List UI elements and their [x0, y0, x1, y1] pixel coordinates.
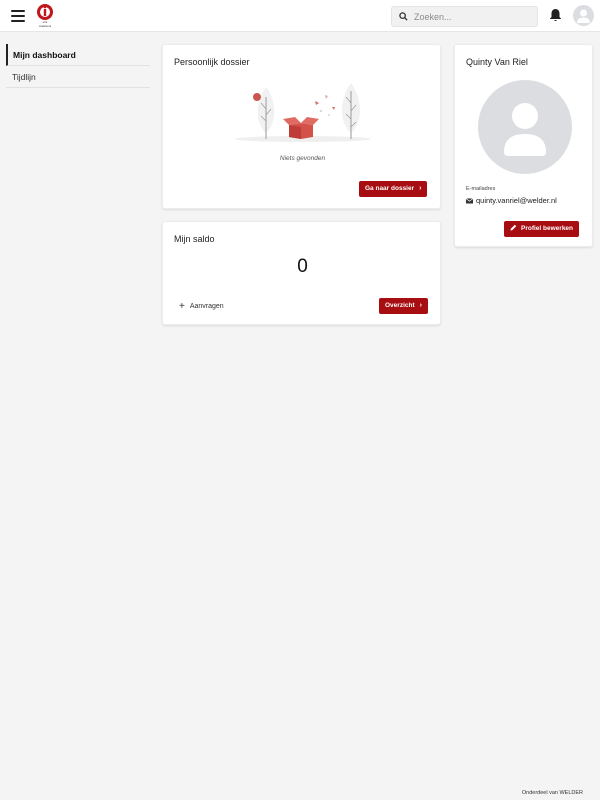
logo-text: sint maartens — [38, 20, 52, 28]
empty-box-illustration-icon — [235, 83, 371, 142]
search-icon — [399, 12, 408, 21]
user-icon — [504, 103, 546, 156]
sidebar: Mijn dashboard Tijdlijn — [6, 44, 150, 88]
profile-card: Quinty Van Riel E-mailadres quinty.vanri… — [454, 44, 593, 247]
overview-button[interactable]: Overzicht › — [379, 298, 428, 314]
email-value: quinty.vanriel@welder.nl — [476, 196, 557, 205]
profile-avatar — [478, 80, 572, 174]
logo[interactable]: sint maartens — [36, 3, 54, 29]
go-to-dossier-button[interactable]: Ga naar dossier › — [359, 181, 428, 197]
request-label: Aanvragen — [189, 303, 224, 310]
edit-profile-label: Profiel bewerken — [521, 225, 574, 232]
user-icon — [577, 9, 590, 23]
email-label: E-mailadres — [466, 186, 496, 192]
sidebar-item-mijn-dashboard[interactable]: Mijn dashboard — [6, 44, 150, 66]
chevron-right-icon: › — [419, 302, 422, 309]
go-to-dossier-label: Ga naar dossier — [365, 185, 415, 192]
dossier-card: Persoonlijk dossier Niets gevonden Ga na… — [162, 44, 441, 209]
overview-label: Overzicht — [385, 302, 415, 309]
dossier-title: Persoonlijk dossier — [174, 57, 250, 67]
menu-icon[interactable] — [11, 10, 25, 22]
empty-state-text: Niets gevonden — [279, 155, 326, 162]
user-avatar[interactable] — [573, 5, 594, 26]
bell-icon[interactable] — [549, 8, 562, 22]
sidebar-item-tijdlijn[interactable]: Tijdlijn — [6, 66, 150, 88]
profile-name: Quinty Van Riel — [466, 57, 528, 67]
request-button[interactable]: + Aanvragen — [179, 301, 224, 312]
saldo-card: Mijn saldo 0 + Aanvragen Overzicht › — [162, 221, 441, 325]
edit-profile-button[interactable]: Profiel bewerken — [504, 221, 580, 237]
footer-text: Onderdeel van WELDER — [521, 790, 583, 796]
saldo-value: 0 — [297, 256, 308, 277]
logo-mark-icon — [37, 4, 53, 20]
saldo-title: Mijn saldo — [174, 234, 215, 244]
pencil-icon — [510, 224, 517, 231]
chevron-right-icon: › — [419, 185, 422, 192]
search-input[interactable] — [414, 9, 532, 24]
search-box[interactable] — [391, 6, 538, 27]
plus-icon: + — [179, 301, 185, 312]
top-bar: sint maartens — [0, 0, 600, 32]
envelope-icon — [465, 198, 474, 204]
email-row: quinty.vanriel@welder.nl — [465, 196, 557, 205]
